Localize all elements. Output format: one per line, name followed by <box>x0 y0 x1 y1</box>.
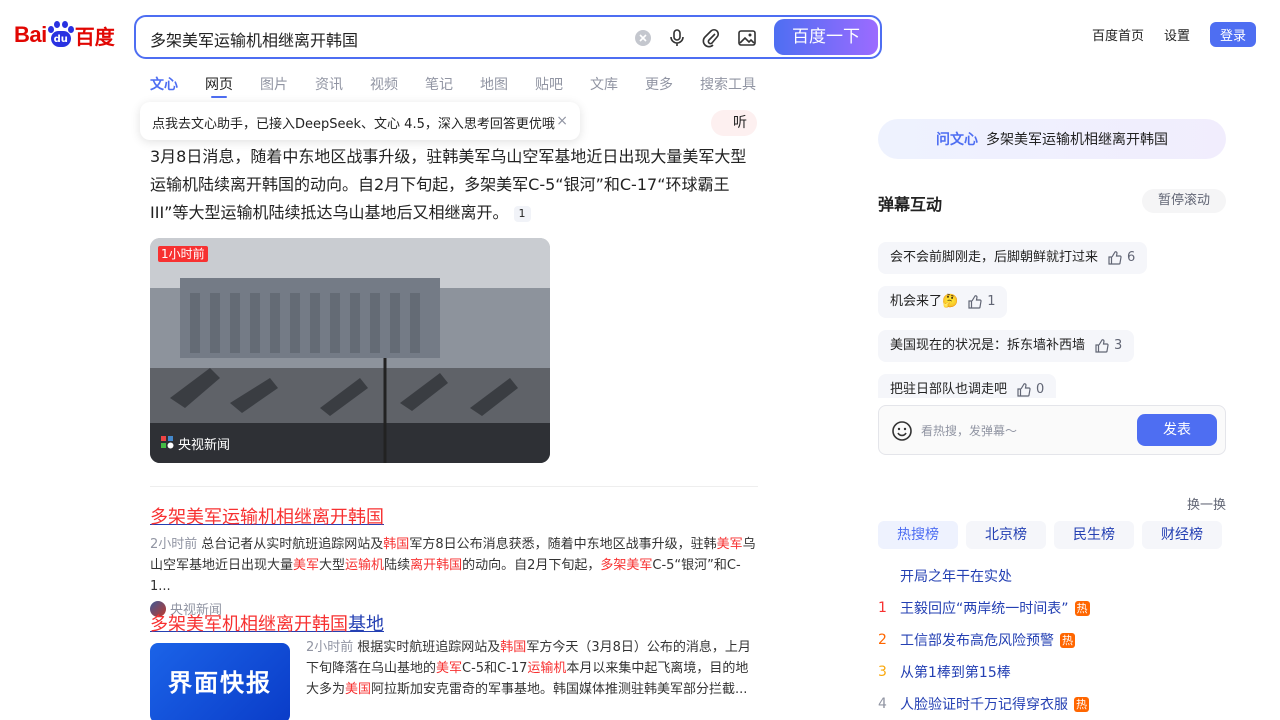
tab-notes[interactable]: 笔记 <box>425 74 453 96</box>
home-link[interactable]: 百度首页 <box>1092 25 1144 44</box>
tab-web[interactable]: 网页 <box>205 74 233 98</box>
like-button[interactable]: 0 <box>1017 374 1044 398</box>
danmu-item[interactable]: 机会来了🤔 1 <box>878 286 1008 318</box>
tab-news[interactable]: 资讯 <box>315 74 343 96</box>
tooltip-text: 点我去文心助手，已接入DeepSeek、文心 4.5，深入思考回答更优哦 <box>152 117 555 132</box>
clear-icon[interactable] <box>632 27 654 49</box>
thumbs-up-icon <box>1108 251 1122 265</box>
military-base-photo <box>150 238 550 463</box>
search-result: 多架美军机相继离开韩国基地 界面快报 2小时前 根据实时航班追踪网站及韩国军方今天… <box>150 613 758 720</box>
emoji-icon[interactable] <box>891 420 913 446</box>
baidu-logo[interactable]: Bai du 百度 <box>14 16 118 54</box>
logo-text-baidu: 百度 <box>74 24 115 49</box>
search-tabs: 文心 网页 图片 资讯 视频 笔记 地图 贴吧 文库 更多 搜索工具 <box>150 74 783 98</box>
thumbs-up-icon <box>1017 383 1031 397</box>
result-thumbnail[interactable]: 界面快报 <box>150 643 290 720</box>
hot-list: 开局之年干在实处 1 王毅回应“两岸统一时间表” 热 2 工信部发布高危风险预警… <box>878 560 1226 720</box>
image-source-label: 央视新闻 <box>178 438 231 453</box>
danmu-item[interactable]: 会不会前脚刚走，后脚朝鲜就打过来 6 <box>878 242 1148 274</box>
hot-item[interactable]: 1 王毅回应“两岸统一时间表” 热 <box>878 592 1226 624</box>
close-icon[interactable]: × <box>556 113 568 129</box>
tab-images[interactable]: 图片 <box>260 74 288 96</box>
ask-wenxin-query: 多架美军运输机相继离开韩国 <box>986 132 1168 148</box>
logo-text-du: du <box>50 31 71 47</box>
tab-more[interactable]: 更多 <box>645 74 673 96</box>
like-button[interactable]: 3 <box>1095 330 1122 362</box>
logo-text-bai: Bai <box>14 22 47 47</box>
search-input[interactable]: 多架美军运输机相继离开韩国 <box>150 27 358 51</box>
tab-maps[interactable]: 地图 <box>480 74 508 96</box>
danmu-input[interactable]: 看热搜，发弹幕～ <box>921 422 1017 439</box>
ask-wenxin-brand: 问文心 <box>936 132 978 148</box>
tab-livelihood[interactable]: 民生榜 <box>1054 521 1134 549</box>
summary-text: 3月8日消息，随着中东地区战事升级，驻韩美军乌山空军基地近日出现大量美军大型运输… <box>150 147 747 222</box>
search-box[interactable]: 多架美军运输机相继离开韩国 百度一下 <box>134 15 882 59</box>
result-title[interactable]: 多架美军运输机相继离开韩国 <box>150 506 758 530</box>
tab-finance[interactable]: 财经榜 <box>1142 521 1222 549</box>
danmu-item[interactable]: 把驻日部队也调走吧 0 <box>878 374 1057 398</box>
result-title[interactable]: 多架美军机相继离开韩国基地 <box>150 613 758 637</box>
tab-wenxin[interactable]: 文心 <box>150 74 178 96</box>
login-button[interactable]: 登录 <box>1209 22 1256 47</box>
wenxin-tooltip[interactable]: 点我去文心助手，已接入DeepSeek、文心 4.5，深入思考回答更优哦 × <box>140 102 580 140</box>
hot-badge: 热 <box>1074 696 1089 712</box>
attachment-icon[interactable] <box>700 27 722 49</box>
danmu-input-box[interactable]: 看热搜，发弹幕～ 发表 <box>878 405 1226 455</box>
listen-button[interactable]: 听 <box>711 110 757 136</box>
pause-scroll-button[interactable]: 暂停滚动 <box>1142 189 1226 213</box>
tab-wenku[interactable]: 文库 <box>590 74 618 96</box>
cctv-icon <box>160 435 174 453</box>
danmu-item[interactable]: 美国现在的状况是：拆东墙补西墙 3 <box>878 330 1135 362</box>
hot-item[interactable]: 开局之年干在实处 <box>878 560 1226 592</box>
danmu-title: 弹幕互动 <box>878 195 943 214</box>
tab-search-tools[interactable]: 搜索工具 <box>700 74 756 96</box>
hot-item[interactable]: 4 人脸验证时千万记得穿衣服 热 <box>878 688 1226 720</box>
result-abstract: 2小时前 总台记者从实时航班追踪网站及韩国军方8日公布消息获悉，随着中东地区战事升… <box>150 537 756 594</box>
thumbs-up-icon <box>1095 339 1109 353</box>
image-search-icon[interactable] <box>736 27 758 49</box>
search-button[interactable]: 百度一下 <box>774 19 878 55</box>
hot-tabs: 热搜榜 北京榜 民生榜 财经榜 <box>878 521 1222 549</box>
settings-link[interactable]: 设置 <box>1164 25 1190 44</box>
hot-badge: 热 <box>1074 600 1090 616</box>
like-button[interactable]: 6 <box>1108 242 1135 274</box>
news-image[interactable]: 1小时前 央视新闻 <box>150 238 550 463</box>
image-source: 央视新闻 <box>160 434 230 453</box>
citation-badge[interactable]: 1 <box>513 205 531 222</box>
tab-videos[interactable]: 视频 <box>370 74 398 96</box>
send-danmu-button[interactable]: 发表 <box>1137 414 1217 446</box>
refresh-link[interactable]: 换一换 <box>1187 494 1226 513</box>
ask-wenxin-bar[interactable]: 问文心 多架美军运输机相继离开韩国 <box>878 119 1226 159</box>
hot-badge: 热 <box>1060 632 1075 648</box>
tab-hot[interactable]: 热搜榜 <box>878 521 958 549</box>
tab-tieba[interactable]: 贴吧 <box>535 74 563 96</box>
search-result: 多架美军运输机相继离开韩国 2小时前 总台记者从实时航班追踪网站及韩国军方8日公布… <box>150 506 758 618</box>
paw-icon: du <box>47 21 74 49</box>
time-badge: 1小时前 <box>158 246 208 262</box>
tab-beijing[interactable]: 北京榜 <box>966 521 1046 549</box>
microphone-icon[interactable] <box>666 27 688 49</box>
top-nav: 百度首页 设置 登录 <box>1092 22 1256 47</box>
divider <box>150 486 758 487</box>
thumbs-up-icon <box>968 295 982 309</box>
hot-item[interactable]: 3 从第1棒到第15棒 <box>878 656 1226 688</box>
hot-item[interactable]: 2 工信部发布高危风险预警 热 <box>878 624 1226 656</box>
result-abstract: 2小时前 根据实时航班追踪网站及韩国军方今天（3月8日）公布的消息，上月下旬降落在… <box>306 640 751 697</box>
like-button[interactable]: 1 <box>968 286 995 318</box>
ai-summary: 3月8日消息，随着中东地区战事升级，驻韩美军乌山空军基地近日出现大量美军大型运输… <box>150 143 758 227</box>
